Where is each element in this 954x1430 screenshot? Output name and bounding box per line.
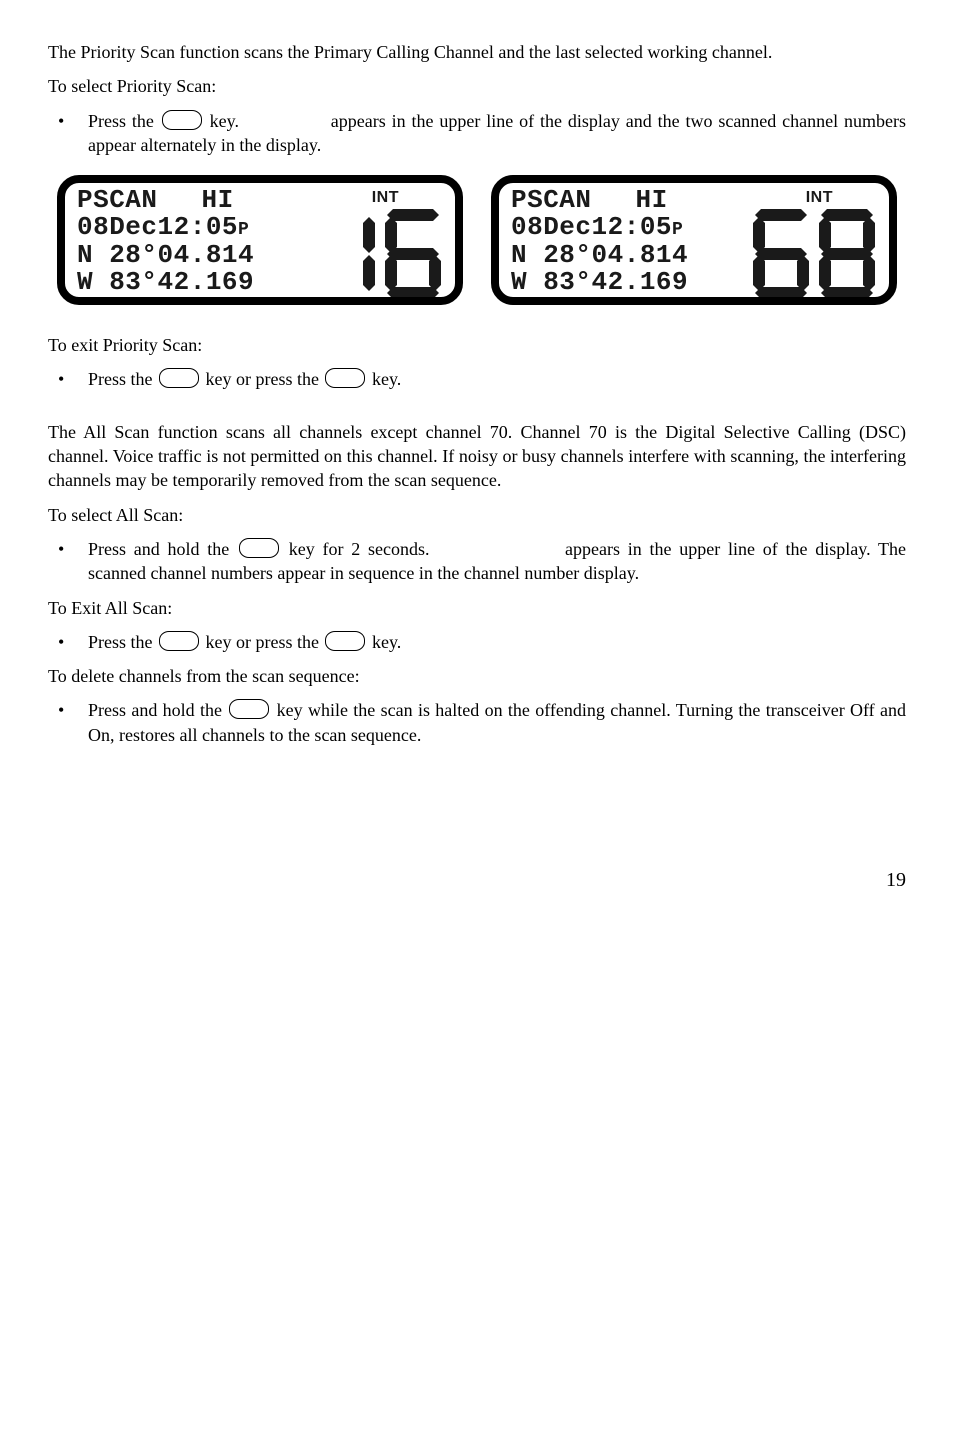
lcd-text-block: PSCAN HI 08Dec12:05P N 28°04.814 W 83°42.… [65,183,254,297]
all-scan-delete-step: Press and hold the key while the scan is… [48,698,906,747]
key-blank-icon [239,538,279,558]
text-fragment: key. [367,369,401,389]
all-scan-select-step: Press and hold the key for 2 seconds. ap… [48,537,906,586]
lcd-lat: N 28°04.814 [511,242,688,269]
lcd-lon: W 83°42.169 [77,269,254,296]
priority-scan-exit-heading: To exit Priority Scan: [48,333,906,357]
seven-seg-digit-1 [317,207,377,301]
seven-seg-digit-6 [751,207,811,301]
text-fragment: key or press the [201,632,323,652]
text-fragment: Press and hold the [88,700,227,720]
text-fragment: key for 2 seconds. [281,539,430,559]
lcd-hi: HI [202,185,234,215]
text-fragment: key. [204,111,239,131]
lcd-display-ch68: PSCAN HI 08Dec12:05P N 28°04.814 W 83°42.… [491,175,897,305]
lcd-ampm: P [238,220,249,240]
lcd-text-block: PSCAN HI 08Dec12:05P N 28°04.814 W 83°42.… [499,183,688,297]
priority-scan-select-heading: To select Priority Scan: [48,74,906,98]
lcd-ampm: P [672,220,683,240]
key-blank-icon [162,110,202,130]
all-scan-intro: The All Scan function scans all channels… [48,420,906,493]
key-blank-icon [325,368,365,388]
all-scan-exit-step: Press the key or press the key. [48,630,906,654]
lcd-int-label: INT [806,187,833,209]
seven-seg-digit-6 [383,207,443,301]
lcd-int-label: INT [372,187,399,209]
lcd-datetime: 08Dec12:05 [511,212,672,242]
lcd-pscan: PSCAN [77,185,158,215]
text-fragment: Press the [88,632,157,652]
text-fragment: key or press the [201,369,323,389]
key-blank-icon [325,631,365,651]
priority-scan-select-step: Press the key. appears in the upper line… [48,109,906,158]
page-number: 19 [48,867,906,894]
lcd-lon: W 83°42.169 [511,269,688,296]
lcd-channel-number [751,207,877,301]
all-scan-select-heading: To select All Scan: [48,503,906,527]
lcd-displays-row: PSCANHI 08Dec12:05P N 28°04.814 W 83°42.… [48,175,906,305]
key-blank-icon [159,368,199,388]
seven-seg-digit-8 [817,207,877,301]
text-fragment: Press the [88,111,160,131]
text-fragment: key. [367,632,401,652]
lcd-hi: HI [636,185,668,215]
lcd-pscan: PSCAN [511,185,592,215]
priority-scan-exit-step: Press the key or press the key. [48,367,906,391]
priority-scan-intro: The Priority Scan function scans the Pri… [48,40,906,64]
lcd-channel-number [317,207,443,301]
key-blank-icon [229,699,269,719]
lcd-datetime: 08Dec12:05 [77,212,238,242]
all-scan-delete-heading: To delete channels from the scan sequenc… [48,664,906,688]
text-fragment: Press the [88,369,157,389]
all-scan-exit-heading: To Exit All Scan: [48,596,906,620]
text-fragment: Press and hold the [88,539,237,559]
lcd-lat: N 28°04.814 [77,242,254,269]
lcd-display-ch16: PSCAN HI 08Dec12:05P N 28°04.814 W 83°42.… [57,175,463,305]
key-blank-icon [159,631,199,651]
